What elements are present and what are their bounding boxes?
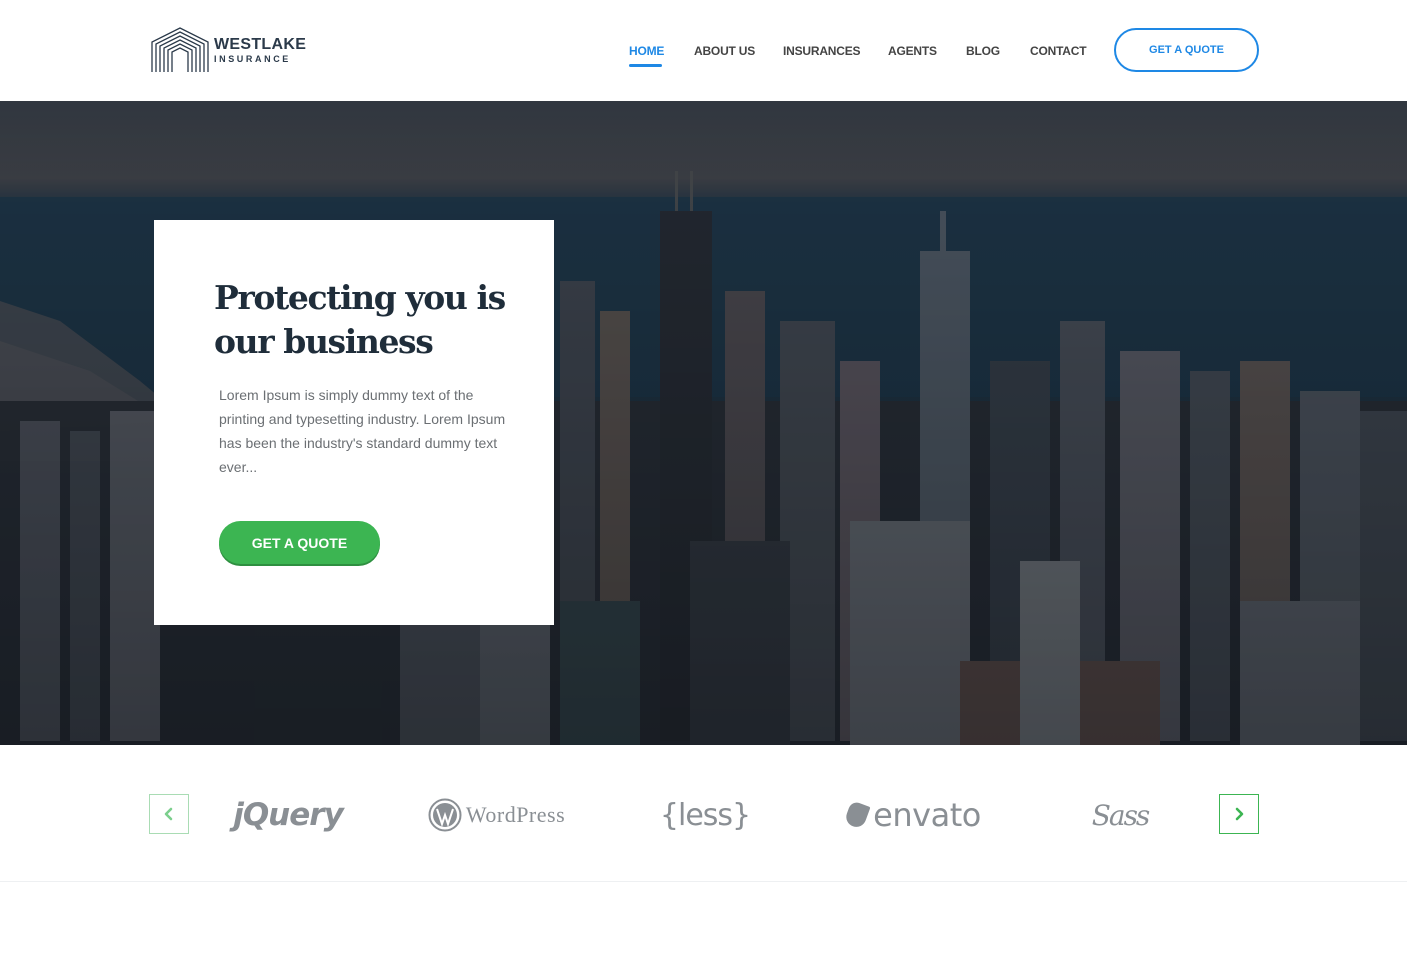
hero-title: Protecting you is our business — [214, 278, 506, 361]
hero-description: Lorem Ipsum is simply dummy text of the … — [219, 387, 506, 475]
jquery-logo-text: jQuery — [233, 797, 344, 833]
nav-item-home[interactable]: HOME — [629, 44, 664, 58]
nav-item-contact[interactable]: CONTACT — [1030, 44, 1087, 58]
building-logo-icon — [151, 27, 209, 72]
carousel-prev-button[interactable] — [149, 794, 189, 834]
nav-item-about-us[interactable]: ABOUT US — [694, 44, 755, 58]
brand-tagline: INSURANCE — [214, 53, 291, 64]
wordpress-logo-text: WordPress — [465, 802, 566, 827]
sass-logo-text: Sass — [1091, 798, 1151, 832]
wordpress-icon — [428, 798, 462, 832]
envato-logo[interactable]: envato — [834, 795, 994, 835]
envato-leaf-icon — [843, 800, 871, 830]
sass-logo[interactable]: Sass — [1090, 795, 1151, 835]
partner-logos-carousel: jQuery WordPress {less} envato Sass — [0, 745, 1407, 882]
chevron-left-icon — [164, 807, 173, 821]
wordpress-logo[interactable]: WordPress — [414, 795, 579, 835]
nav-item-agents[interactable]: AGENTS — [888, 44, 937, 58]
hero-get-quote-button[interactable]: GET A QUOTE — [219, 521, 380, 564]
nav-item-blog[interactable]: BLOG — [966, 44, 1000, 58]
carousel-next-button[interactable] — [1219, 794, 1259, 834]
less-logo[interactable]: {less} — [659, 795, 751, 835]
site-header: WESTLAKE INSURANCE HOME ABOUT US INSURAN… — [0, 0, 1407, 101]
header-get-quote-button[interactable]: GET A QUOTE — [1114, 28, 1259, 72]
chevron-right-icon — [1235, 807, 1244, 821]
active-nav-indicator — [629, 64, 662, 67]
envato-logo-text: envato — [873, 796, 981, 834]
jquery-logo[interactable]: jQuery — [228, 795, 348, 835]
nav-item-insurances[interactable]: INSURANCES — [783, 44, 861, 58]
brand-name: WESTLAKE — [214, 35, 307, 53]
hero-card: Protecting you is our business Lorem Ips… — [154, 220, 554, 625]
hero-section: Protecting you is our business Lorem Ips… — [0, 101, 1407, 745]
brand-logo[interactable]: WESTLAKE INSURANCE — [150, 26, 306, 74]
less-logo-text: {less} — [659, 797, 751, 833]
